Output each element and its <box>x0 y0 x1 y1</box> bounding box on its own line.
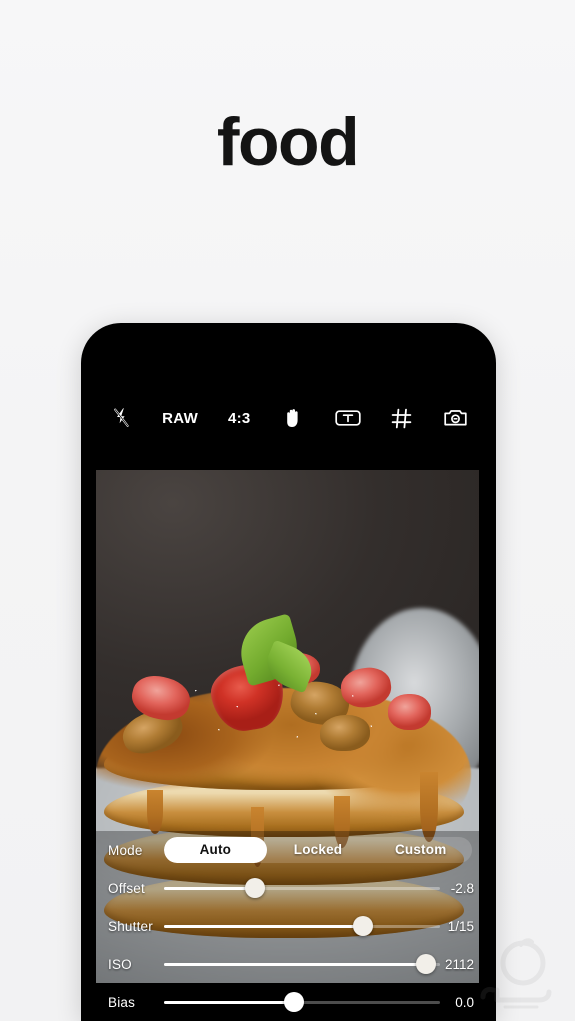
mode-segmented-control[interactable]: Auto Locked Custom <box>164 837 472 863</box>
bias-label: Bias <box>108 994 136 1010</box>
offset-value: -2.8 <box>450 880 474 896</box>
offset-label: Offset <box>108 880 145 896</box>
aspect-ratio-label: 4:3 <box>227 409 251 427</box>
phone-device-frame: RAW 4:3 Mode Auto Locked Custom Offset -… <box>81 323 496 1021</box>
mode-row: Mode Auto Locked Custom <box>81 831 496 869</box>
page-title: food <box>216 104 360 180</box>
iso-row: ISO 2112 <box>81 945 496 983</box>
mode-option-auto[interactable]: Auto <box>164 837 267 863</box>
bias-slider-thumb[interactable] <box>283 992 304 1012</box>
syrup-drip <box>146 789 163 834</box>
shutter-slider-fill <box>164 924 363 928</box>
bias-value: 0.0 <box>455 994 474 1010</box>
bias-slider[interactable] <box>164 990 440 1014</box>
camera-switch-icon[interactable] <box>443 401 469 435</box>
timer-icon[interactable] <box>334 401 361 435</box>
flash-off-icon[interactable] <box>108 401 134 435</box>
powdered-sugar <box>168 670 399 760</box>
offset-row: Offset -2.8 <box>81 869 496 907</box>
raw-label: RAW <box>162 409 199 427</box>
offset-slider-fill <box>164 886 256 890</box>
shutter-value: 1/15 <box>447 918 474 934</box>
iso-slider[interactable] <box>164 952 440 976</box>
shutter-slider-thumb[interactable] <box>352 916 373 936</box>
bias-slider-fill <box>164 1000 294 1004</box>
shutter-slider[interactable] <box>164 914 440 938</box>
mode-option-custom[interactable]: Custom <box>369 837 472 863</box>
offset-slider-thumb[interactable] <box>245 878 266 898</box>
camera-controls: Mode Auto Locked Custom Offset -2.8 Shut… <box>81 831 496 1021</box>
iso-value: 2112 <box>444 956 474 972</box>
bias-row: Bias 0.0 <box>81 983 496 1021</box>
grid-icon[interactable] <box>389 401 415 435</box>
iso-slider-fill <box>164 962 427 966</box>
camera-toolbar: RAW 4:3 <box>81 395 496 441</box>
raw-toggle[interactable]: RAW <box>162 401 198 435</box>
shutter-label: Shutter <box>108 918 153 934</box>
stabilization-icon[interactable] <box>280 401 306 435</box>
mode-label: Mode <box>108 842 143 858</box>
shutter-row: Shutter 1/15 <box>81 907 496 945</box>
mode-option-locked[interactable]: Locked <box>267 837 370 863</box>
offset-slider[interactable] <box>164 876 440 900</box>
iso-label: ISO <box>108 956 132 972</box>
iso-slider-thumb[interactable] <box>416 954 437 974</box>
aspect-ratio-toggle[interactable]: 4:3 <box>226 401 252 435</box>
